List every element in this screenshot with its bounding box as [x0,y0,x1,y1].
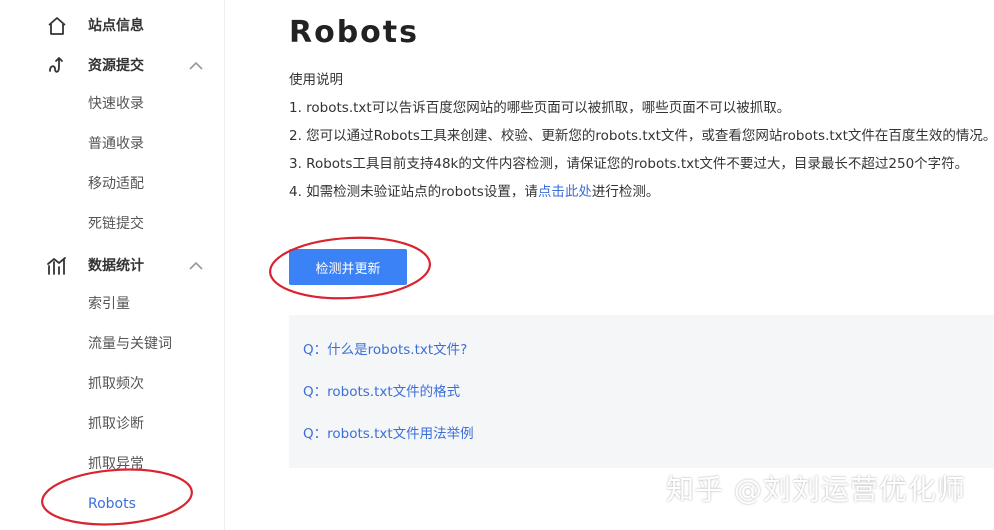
usage-line-1: 1. robots.txt可以告诉百度您网站的哪些页面可以被抓取，哪些页面不可以… [289,100,791,116]
sidebar-item-normal-index[interactable]: 普通收录 [88,124,144,164]
faq-link-what-is-robots[interactable]: Q：什么是robots.txt文件? [303,340,467,360]
usage-line-4: 4. 如需检测未验证站点的robots设置，请点击此处进行检测。 [289,182,659,202]
home-icon [46,15,68,37]
usage-line-2: 2. 您可以通过Robots工具来创建、校验、更新您的robots.txt文件，… [289,128,994,144]
faq-panel: Q：什么是robots.txt文件? Q：robots.txt文件的格式 Q：r… [289,315,994,468]
chevron-up-icon[interactable] [188,60,204,72]
sidebar-item-dead-link[interactable]: 死链提交 [88,204,144,244]
watermark: 知乎 @刘刘运营优化师 [666,473,966,506]
sidebar-item-crawl-frequency[interactable]: 抓取频次 [88,364,144,404]
sidebar-item-traffic-keywords[interactable]: 流量与关键词 [88,324,172,364]
page-title: Robots [289,15,419,50]
sidebar-item-crawl-errors[interactable]: 抓取异常 [88,444,144,484]
sidebar: 站点信息 资源提交 快速收录 普通收录 移动适配 死链提交 数据统计 索引量 流… [0,0,225,530]
submit-icon [46,55,68,77]
sidebar-item-data-stats[interactable]: 数据统计 [0,246,224,286]
sidebar-item-crawl-diagnosis[interactable]: 抓取诊断 [88,404,144,444]
usage-heading: 使用说明 [289,72,343,88]
chevron-up-icon[interactable] [188,260,204,272]
usage-line-4-suffix: 进行检测。 [591,184,660,200]
sidebar-group-label: 数据统计 [88,258,144,274]
sidebar-item-index-volume[interactable]: 索引量 [88,284,130,324]
sidebar-item-site-info[interactable]: 站点信息 [0,6,224,46]
sidebar-item-quick-index[interactable]: 快速收录 [88,84,144,124]
sidebar-item-mobile-adapt[interactable]: 移动适配 [88,164,144,204]
sidebar-group-label: 站点信息 [88,18,144,34]
chart-icon [46,255,68,277]
usage-line-4-prefix: 4. 如需检测未验证站点的robots设置，请 [289,184,538,200]
check-and-update-button[interactable]: 检测并更新 [289,249,407,285]
usage-line-3: 3. Robots工具目前支持48k的文件内容检测，请保证您的robots.tx… [289,156,969,172]
faq-link-robots-format[interactable]: Q：robots.txt文件的格式 [303,382,460,402]
click-here-link[interactable]: 点击此处 [538,184,592,200]
sidebar-group-label: 资源提交 [88,58,144,74]
faq-link-robots-examples[interactable]: Q：robots.txt文件用法举例 [303,424,474,444]
sidebar-item-resource-submit[interactable]: 资源提交 [0,46,224,86]
sidebar-item-robots[interactable]: Robots [88,484,136,524]
